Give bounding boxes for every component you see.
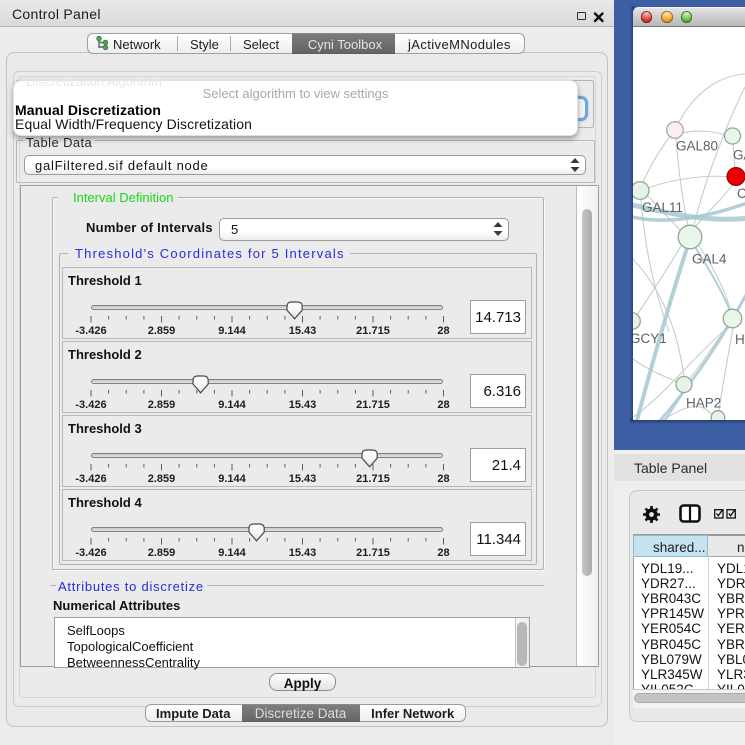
svg-text:GAL80: GAL80 bbox=[676, 139, 718, 154]
svg-text:GCY1: GCY1 bbox=[633, 331, 667, 346]
svg-text:GAL4: GAL4 bbox=[692, 252, 727, 267]
svg-text:HAP2: HAP2 bbox=[686, 396, 721, 411]
svg-text:H: H bbox=[735, 332, 745, 347]
svg-text:GA: GA bbox=[733, 148, 745, 163]
svg-text:GAL11: GAL11 bbox=[642, 200, 683, 215]
svg-text:C: C bbox=[737, 186, 745, 201]
